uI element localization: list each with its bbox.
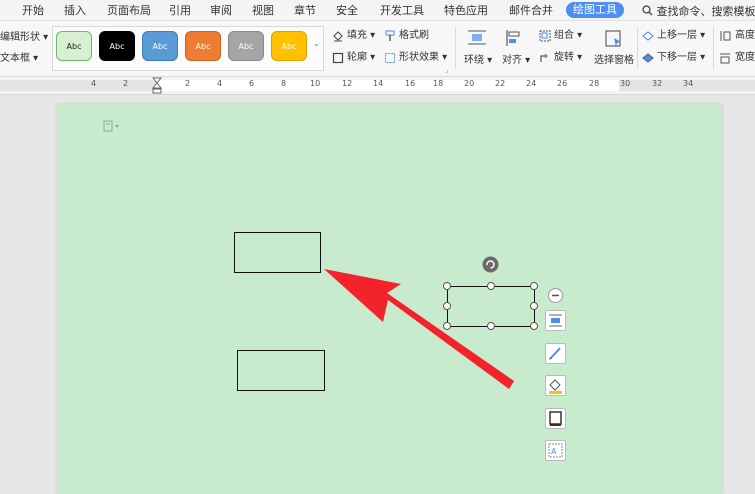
- ruler-tick-label: 14: [373, 79, 384, 88]
- horizontal-ruler[interactable]: 4 2 2 4 6 8 10 12 14 16 18 20 22 24 26 2…: [0, 77, 755, 95]
- edit-shape-label: 编辑形状: [0, 32, 40, 43]
- ruler-tick-label: 4: [91, 79, 97, 88]
- selection-pane-icon: [605, 30, 621, 47]
- ruler-tick-label: 30: [620, 79, 631, 88]
- ruler-tick-label: 24: [526, 79, 537, 88]
- group-button[interactable]: 组合 ▾: [554, 30, 582, 42]
- wrap-button[interactable]: 环绕 ▾: [464, 55, 492, 67]
- align-icon: [506, 30, 520, 46]
- selection-pane-button[interactable]: 选择窗格: [594, 55, 634, 67]
- ruler-tick-label: 16: [405, 79, 416, 88]
- tab-review[interactable]: 审阅: [210, 3, 232, 18]
- outline-label: 轮廓: [347, 52, 367, 63]
- shape-effects-label: 形状效果: [399, 52, 439, 63]
- style-swatch-blue[interactable]: Abc: [142, 31, 178, 61]
- align-button[interactable]: 对齐 ▾: [502, 55, 530, 67]
- tab-drawing-tools[interactable]: 绘图工具: [566, 2, 624, 18]
- wrap-text-icon: [468, 30, 486, 45]
- bring-forward-label: 上移一层: [657, 30, 697, 41]
- ruler-left-margin: [0, 80, 157, 91]
- shape-effects-icon: [385, 53, 395, 63]
- ruler-tick-label: 10: [310, 79, 321, 88]
- group-launcher-icon[interactable]: ⌟: [445, 64, 448, 76]
- tab-featured[interactable]: 特色应用: [444, 3, 488, 18]
- tab-home[interactable]: 开始: [22, 3, 44, 18]
- ribbon-separator: [455, 27, 456, 69]
- ruler-tick-label: 32: [652, 79, 663, 88]
- ruler-tick-label: 8: [281, 79, 287, 88]
- search-command-box[interactable]: 查找命令、搜索模板: [642, 3, 755, 19]
- tab-chapter[interactable]: 章节: [294, 3, 316, 18]
- ruler-tick-label: 34: [683, 79, 694, 88]
- fill-button[interactable]: 填充 ▾: [347, 30, 375, 42]
- style-swatch-orange[interactable]: Abc: [185, 31, 221, 61]
- tab-references[interactable]: 引用: [169, 3, 191, 18]
- group-icon: [539, 30, 551, 42]
- tab-developer[interactable]: 开发工具: [380, 3, 424, 18]
- send-backward-button[interactable]: 下移一层 ▾: [657, 52, 705, 64]
- tab-insert[interactable]: 插入: [64, 3, 86, 18]
- format-painter-icon: [385, 30, 395, 41]
- ruler-tick-label: 20: [464, 79, 475, 88]
- height-field-label: 高度: [735, 30, 755, 41]
- red-arrow-annotation: [324, 269, 514, 389]
- ruler-tick-label: 22: [495, 79, 506, 88]
- ribbon-toolbar: 编辑形状 ▾ 文本框 ▾ Abc Abc Abc Abc Abc Abc ⌄ 填…: [0, 21, 755, 77]
- width-field-label: 宽度: [735, 52, 755, 63]
- format-painter-button[interactable]: 格式刷: [399, 30, 429, 42]
- bring-forward-icon: [642, 31, 654, 41]
- align-label: 对齐: [502, 55, 522, 66]
- rotate-icon: [540, 53, 548, 62]
- tab-mail-merge[interactable]: 邮件合并: [509, 3, 553, 18]
- tab-view[interactable]: 视图: [252, 3, 274, 18]
- group-label: 组合: [554, 30, 574, 41]
- search-label: 查找命令、搜索模板: [656, 5, 755, 18]
- ruler-tick-label: 12: [342, 79, 353, 88]
- ruler-tick-label: 6: [249, 79, 255, 88]
- fill-label: 填充: [347, 30, 367, 41]
- tab-security[interactable]: 安全: [336, 3, 358, 18]
- ruler-tick-label: 18: [433, 79, 444, 88]
- send-backward-label: 下移一层: [657, 52, 697, 63]
- ruler-tick-label: 2: [123, 79, 129, 88]
- style-swatch-yellow[interactable]: Abc: [271, 31, 307, 61]
- tab-page-layout[interactable]: 页面布局: [107, 3, 151, 18]
- ruler-tick-label: 2: [185, 79, 191, 88]
- fill-bucket-icon: [333, 31, 343, 42]
- menu-tab-bar: 开始 插入 页面布局 引用 审阅 视图 章节 安全 开发工具 特色应用 邮件合并…: [0, 0, 755, 21]
- indent-marker-icon[interactable]: [152, 77, 162, 94]
- ribbon-separator: [713, 27, 714, 69]
- outline-icon: [332, 52, 344, 64]
- ruler-tick-label: 4: [217, 79, 223, 88]
- textbox-label: 文本框: [0, 53, 30, 64]
- outline-button[interactable]: 轮廓 ▾: [347, 52, 375, 64]
- wrap-label: 环绕: [464, 55, 484, 66]
- width-icon: [720, 53, 730, 64]
- ruler-text-area: [157, 80, 619, 91]
- height-icon: [720, 31, 731, 41]
- document-page[interactable]: A: [57, 104, 722, 494]
- style-swatch-green[interactable]: Abc: [56, 31, 92, 61]
- ribbon-separator: [637, 27, 638, 69]
- send-backward-icon: [642, 53, 654, 63]
- style-swatch-gray[interactable]: Abc: [228, 31, 264, 61]
- textbox-button[interactable]: 文本框 ▾: [0, 53, 38, 65]
- rotate-label: 旋转: [554, 52, 574, 63]
- edit-shape-button[interactable]: 编辑形状 ▾: [0, 32, 48, 44]
- shape-effects-button[interactable]: 形状效果 ▾: [399, 52, 447, 64]
- bring-forward-button[interactable]: 上移一层 ▾: [657, 30, 705, 42]
- gallery-more-icon[interactable]: ⌄: [313, 38, 320, 50]
- rotate-button[interactable]: 旋转 ▾: [554, 52, 582, 64]
- ruler-tick-label: 26: [557, 79, 568, 88]
- style-swatch-black[interactable]: Abc: [99, 31, 135, 61]
- ruler-tick-label: 28: [589, 79, 600, 88]
- search-icon: [642, 5, 653, 16]
